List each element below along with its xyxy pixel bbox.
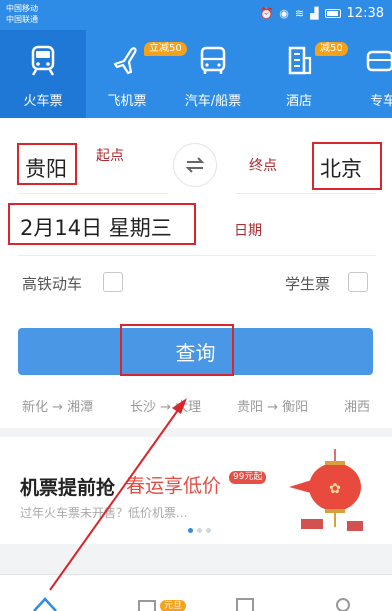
date-highlight: [8, 203, 196, 245]
date-annotation: 日期: [234, 223, 262, 239]
bus-icon: [200, 46, 226, 74]
from-divider: [18, 193, 168, 194]
tab-label-hotel: 酒店: [285, 94, 312, 109]
history-item[interactable]: 贵阳 → 衡阳: [237, 396, 308, 415]
highspeed-option-label: 高铁动车: [22, 275, 83, 293]
orders-icon[interactable]: [232, 595, 258, 611]
carrier-info: 中国移动 中国联通: [6, 3, 38, 25]
signal-icon: ▟: [310, 7, 319, 20]
highspeed-checkbox[interactable]: [103, 272, 123, 292]
status-time: 12:38: [346, 6, 384, 21]
hotel-discount-badge: 减50: [315, 42, 348, 56]
from-annotation: 起点: [96, 148, 124, 164]
tab-label-flight: 飞机票: [107, 94, 147, 109]
promo-highlight: 春运享低价: [126, 475, 222, 497]
tab-label-train: 火车票: [23, 94, 63, 109]
search-button-highlight: [120, 324, 234, 376]
tab-label-private-car: 专车: [370, 94, 392, 109]
tab-bus-ship[interactable]: 汽车/船票: [170, 30, 256, 118]
tab-train[interactable]: 火车票: [0, 30, 86, 118]
history-item[interactable]: 湘西: [344, 396, 370, 415]
swap-stations-button[interactable]: [173, 143, 217, 187]
promo-price-badge: 99元起: [229, 471, 267, 484]
eye-icon: ◉: [279, 7, 289, 20]
from-station-highlight: [17, 143, 77, 185]
wifi-icon: ≋: [294, 7, 305, 20]
student-checkbox[interactable]: [348, 272, 368, 292]
carousel-dot: [197, 528, 202, 533]
promo-subtitle: 过年火车票未开售？低价机票...: [20, 506, 188, 520]
to-annotation: 终点: [249, 158, 277, 174]
status-indicators: ⏰ ◉ ≋ ▟ 12:38: [260, 6, 384, 21]
lantern-illustration: ✿: [289, 449, 363, 531]
date-divider: [18, 255, 376, 256]
nav-badge: 元旦: [160, 600, 187, 611]
bottom-nav: 元旦: [0, 574, 392, 611]
profile-icon[interactable]: [330, 595, 356, 611]
battery-icon: [324, 9, 341, 18]
carrier-line-2: 中国联通: [6, 15, 38, 24]
carousel-dot: [206, 528, 211, 533]
gift-icon[interactable]: [134, 595, 160, 611]
tab-private-car[interactable]: 专车: [346, 30, 392, 118]
student-option-label: 学生票: [285, 275, 331, 293]
home-icon[interactable]: [32, 595, 58, 611]
carrier-line-1: 中国移动: [6, 4, 38, 13]
to-station-highlight: [312, 142, 382, 190]
promo-banner[interactable]: 机票提前抢 春运享低价 99元起 过年火车票未开售？低价机票... ✿: [0, 437, 392, 544]
svg-text:✿: ✿: [329, 481, 341, 497]
train-icon: [31, 45, 55, 76]
alarm-icon: ⏰: [259, 7, 274, 20]
carousel-dots: [188, 528, 211, 533]
swap-icon: [185, 157, 205, 173]
history-item[interactable]: 长沙 → 大理: [130, 396, 201, 415]
hotel-icon: [288, 46, 312, 75]
carousel-dot: [188, 528, 193, 533]
category-tabs: 火车票 飞机票 立减50 汽车/船票 酒店 减50 专车: [0, 30, 392, 118]
car-icon: [366, 50, 392, 72]
tab-label-bus-ship: 汽车/船票: [184, 94, 242, 109]
to-divider: [236, 193, 376, 194]
promo-title: 机票提前抢: [20, 477, 116, 499]
status-bar: 中国移动 中国联通 ⏰ ◉ ≋ ▟ 12:38: [0, 0, 392, 30]
plane-icon: [113, 47, 137, 75]
history-item[interactable]: 新化 → 湘潭: [22, 396, 93, 415]
